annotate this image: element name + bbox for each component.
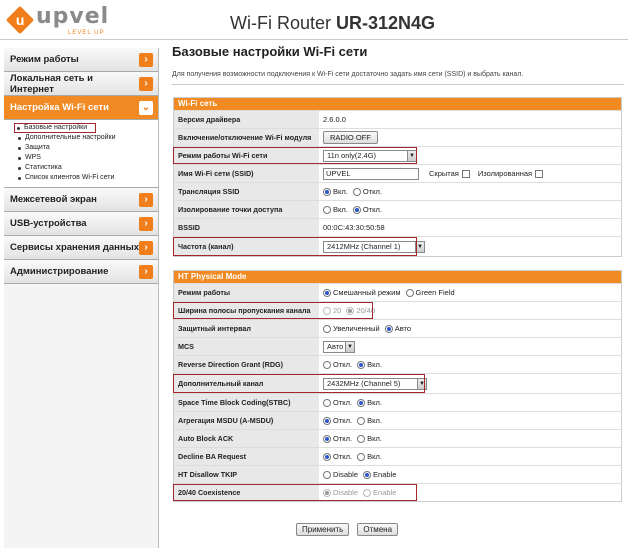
chevron-down-icon: ⌄ [139,100,153,115]
ssid-row: Имя Wi-Fi сети (SSID) UPVEL Скрытая Изол… [174,164,621,182]
rdg-on-radio[interactable]: Вкл. [357,360,382,369]
apply-button[interactable]: Применить [296,523,350,536]
sidebar: Режим работы › Локальная сеть и Интернет… [4,48,159,548]
bssid-row: BSSID 00:0C:43:30:50:58 [174,218,621,236]
chevron-right-icon: › [139,52,153,67]
sidebar-item-storage[interactable]: Сервисы хранения данных › [4,236,158,260]
logo-text: upvel [36,4,110,29]
tkip-disable-radio[interactable]: Disable [323,470,358,479]
channel-bandwidth-row: Ширина полосы пропускания канала 20 20/4… [173,301,621,319]
submenu-statistics[interactable]: Статистика [18,163,158,173]
submenu-security[interactable]: Защита [18,143,158,153]
dropdown-arrow-icon: ▼ [417,378,426,389]
chevron-right-icon: › [139,240,153,255]
submenu-basic-settings[interactable]: Базовые настройки [14,123,96,133]
chevron-right-icon: › [139,192,153,207]
submenu-advanced-settings[interactable]: Дополнительные настройки [18,133,158,143]
sidebar-item-firewall[interactable]: Межсетевой экран › [4,188,158,212]
coexistence-row: 20/40 Coexistence Disable Enable [173,483,621,501]
wifi-mode-row: Режим работы Wi-Fi сети 11n only(2.4G) ▼ [173,146,621,164]
radio-off-button[interactable]: RADIO OFF [323,131,378,144]
chevron-right-icon: › [139,76,153,91]
sidebar-item-wifi-settings[interactable]: Настройка Wi-Fi сети ⌄ [4,96,158,120]
divider [172,84,624,85]
wifi-mode-select[interactable]: 11n only(2.4G) ▼ [323,149,417,162]
cancel-button[interactable]: Отмена [357,523,399,536]
stbc-off-radio[interactable]: Откл. [323,398,352,407]
dropdown-arrow-icon: ▼ [345,341,354,352]
section-heading: HT Physical Mode [174,271,621,283]
stbc-row: Space Time Block Coding(STBC) Откл. Вкл. [174,393,621,411]
channel-select[interactable]: 2412MHz (Channel 1) ▼ [323,240,425,253]
logo-badge: u [5,5,35,35]
ssid-broadcast-row: Трансляция SSID Вкл. Откл. [174,182,621,200]
main-content: Базовые настройки Wi-Fi сети Для получен… [172,44,624,85]
ht-physical-mode-section: HT Physical Mode Режим работы Смешанный … [173,270,622,502]
amsdu-off-radio[interactable]: Откл. [323,416,352,425]
mcs-row: MCS Авто ▼ [174,337,621,355]
isolation-off-radio[interactable]: Откл. [352,205,382,214]
guard-interval-row: Защитный интервал Увеличенный Авто [174,319,621,337]
section-heading: Wi-Fi сеть [174,98,621,110]
mcs-select[interactable]: Авто ▼ [323,340,355,353]
form-actions: Применить Отмена [296,523,399,536]
bssid-value: 00:0C:43:30:50:58 [323,223,385,232]
extension-channel-row: Дополнительный канал 2432MHz (Channel 5)… [173,373,621,393]
stbc-on-radio[interactable]: Вкл. [357,398,382,407]
isolated-checkbox[interactable] [535,169,544,178]
declineba-on-radio[interactable]: Вкл. [357,452,382,461]
coex-disable-radio[interactable]: Disable [323,488,358,497]
amsdu-on-radio[interactable]: Вкл. [357,416,382,425]
driver-version-value: 2.6.0.0 [323,115,346,124]
broadcast-off-radio[interactable]: Откл. [352,187,382,196]
header: u upvel LEVEL UP Wi-Fi Router UR-312N4G [0,0,628,40]
page-title: Базовые настройки Wi-Fi сети [172,44,368,59]
gi-long-radio[interactable]: Увеличенный [323,324,380,333]
submenu-wps[interactable]: WPS [18,153,158,163]
router-model-title: Wi-Fi Router UR-312N4G [230,13,436,33]
mixed-mode-radio[interactable]: Смешанный режим [323,288,401,297]
wifi-network-section: Wi-Fi сеть Версия драйвера 2.6.0.0 Включ… [173,97,622,257]
page-description: Для получения возможности подключения к … [172,71,524,78]
disallow-tkip-row: HT Disallow TKIP Disable Enable [174,465,621,483]
coex-enable-radio[interactable]: Enable [363,488,396,497]
extension-channel-select[interactable]: 2432MHz (Channel 5) ▼ [323,377,427,390]
chevron-right-icon: › [139,264,153,279]
hidden-checkbox[interactable] [461,169,470,178]
ap-isolation-row: Изолирование точки доступа Вкл. Откл. [174,200,621,218]
logo-subtitle: LEVEL UP [68,30,105,36]
op-mode-row: Режим работы Смешанный режим Green Field [174,283,621,301]
upvel-logo: u upvel LEVEL UP [5,4,110,36]
gi-auto-radio[interactable]: Авто [384,324,411,333]
amsdu-row: Агрегация MSDU (A-MSDU) Откл. Вкл. [174,411,621,429]
sidebar-item-usb[interactable]: USB-устройства › [4,212,158,236]
sidebar-item-administration[interactable]: Администрирование › [4,260,158,284]
wifi-submenu: Базовые настройки Дополнительные настрой… [4,120,158,188]
dropdown-arrow-icon: ▼ [415,241,424,252]
broadcast-on-radio[interactable]: Вкл. [323,187,348,196]
auto-ba-row: Auto Block ACK Откл. Вкл. [174,429,621,447]
declineba-off-radio[interactable]: Откл. [323,452,352,461]
autoba-off-radio[interactable]: Откл. [323,434,352,443]
decline-ba-row: Decline BA Request Откл. Вкл. [174,447,621,465]
isolation-on-radio[interactable]: Вкл. [323,205,348,214]
channel-row: Частота (канал) 2412MHz (Channel 1) ▼ [173,236,621,256]
tkip-enable-radio[interactable]: Enable [363,470,396,479]
driver-version-row: Версия драйвера 2.6.0.0 [174,110,621,128]
dropdown-arrow-icon: ▼ [407,150,416,161]
green-field-radio[interactable]: Green Field [405,288,455,297]
bw-2040-radio[interactable]: 20/40 [346,306,375,315]
bw-20-radio[interactable]: 20 [323,306,341,315]
sidebar-item-operation-mode[interactable]: Режим работы › [4,48,158,72]
autoba-on-radio[interactable]: Вкл. [357,434,382,443]
rdg-row: Reverse Direction Grant (RDG) Откл. Вкл. [174,355,621,373]
chevron-right-icon: › [139,216,153,231]
ssid-input[interactable]: UPVEL [323,167,419,180]
rdg-off-radio[interactable]: Откл. [323,360,352,369]
sidebar-item-lan-internet[interactable]: Локальная сеть и Интернет › [4,72,158,96]
radio-toggle-row: Включение/отключение Wi-Fi модуля RADIO … [174,128,621,146]
submenu-client-list[interactable]: Список клиентов Wi-Fi сети [18,173,158,183]
